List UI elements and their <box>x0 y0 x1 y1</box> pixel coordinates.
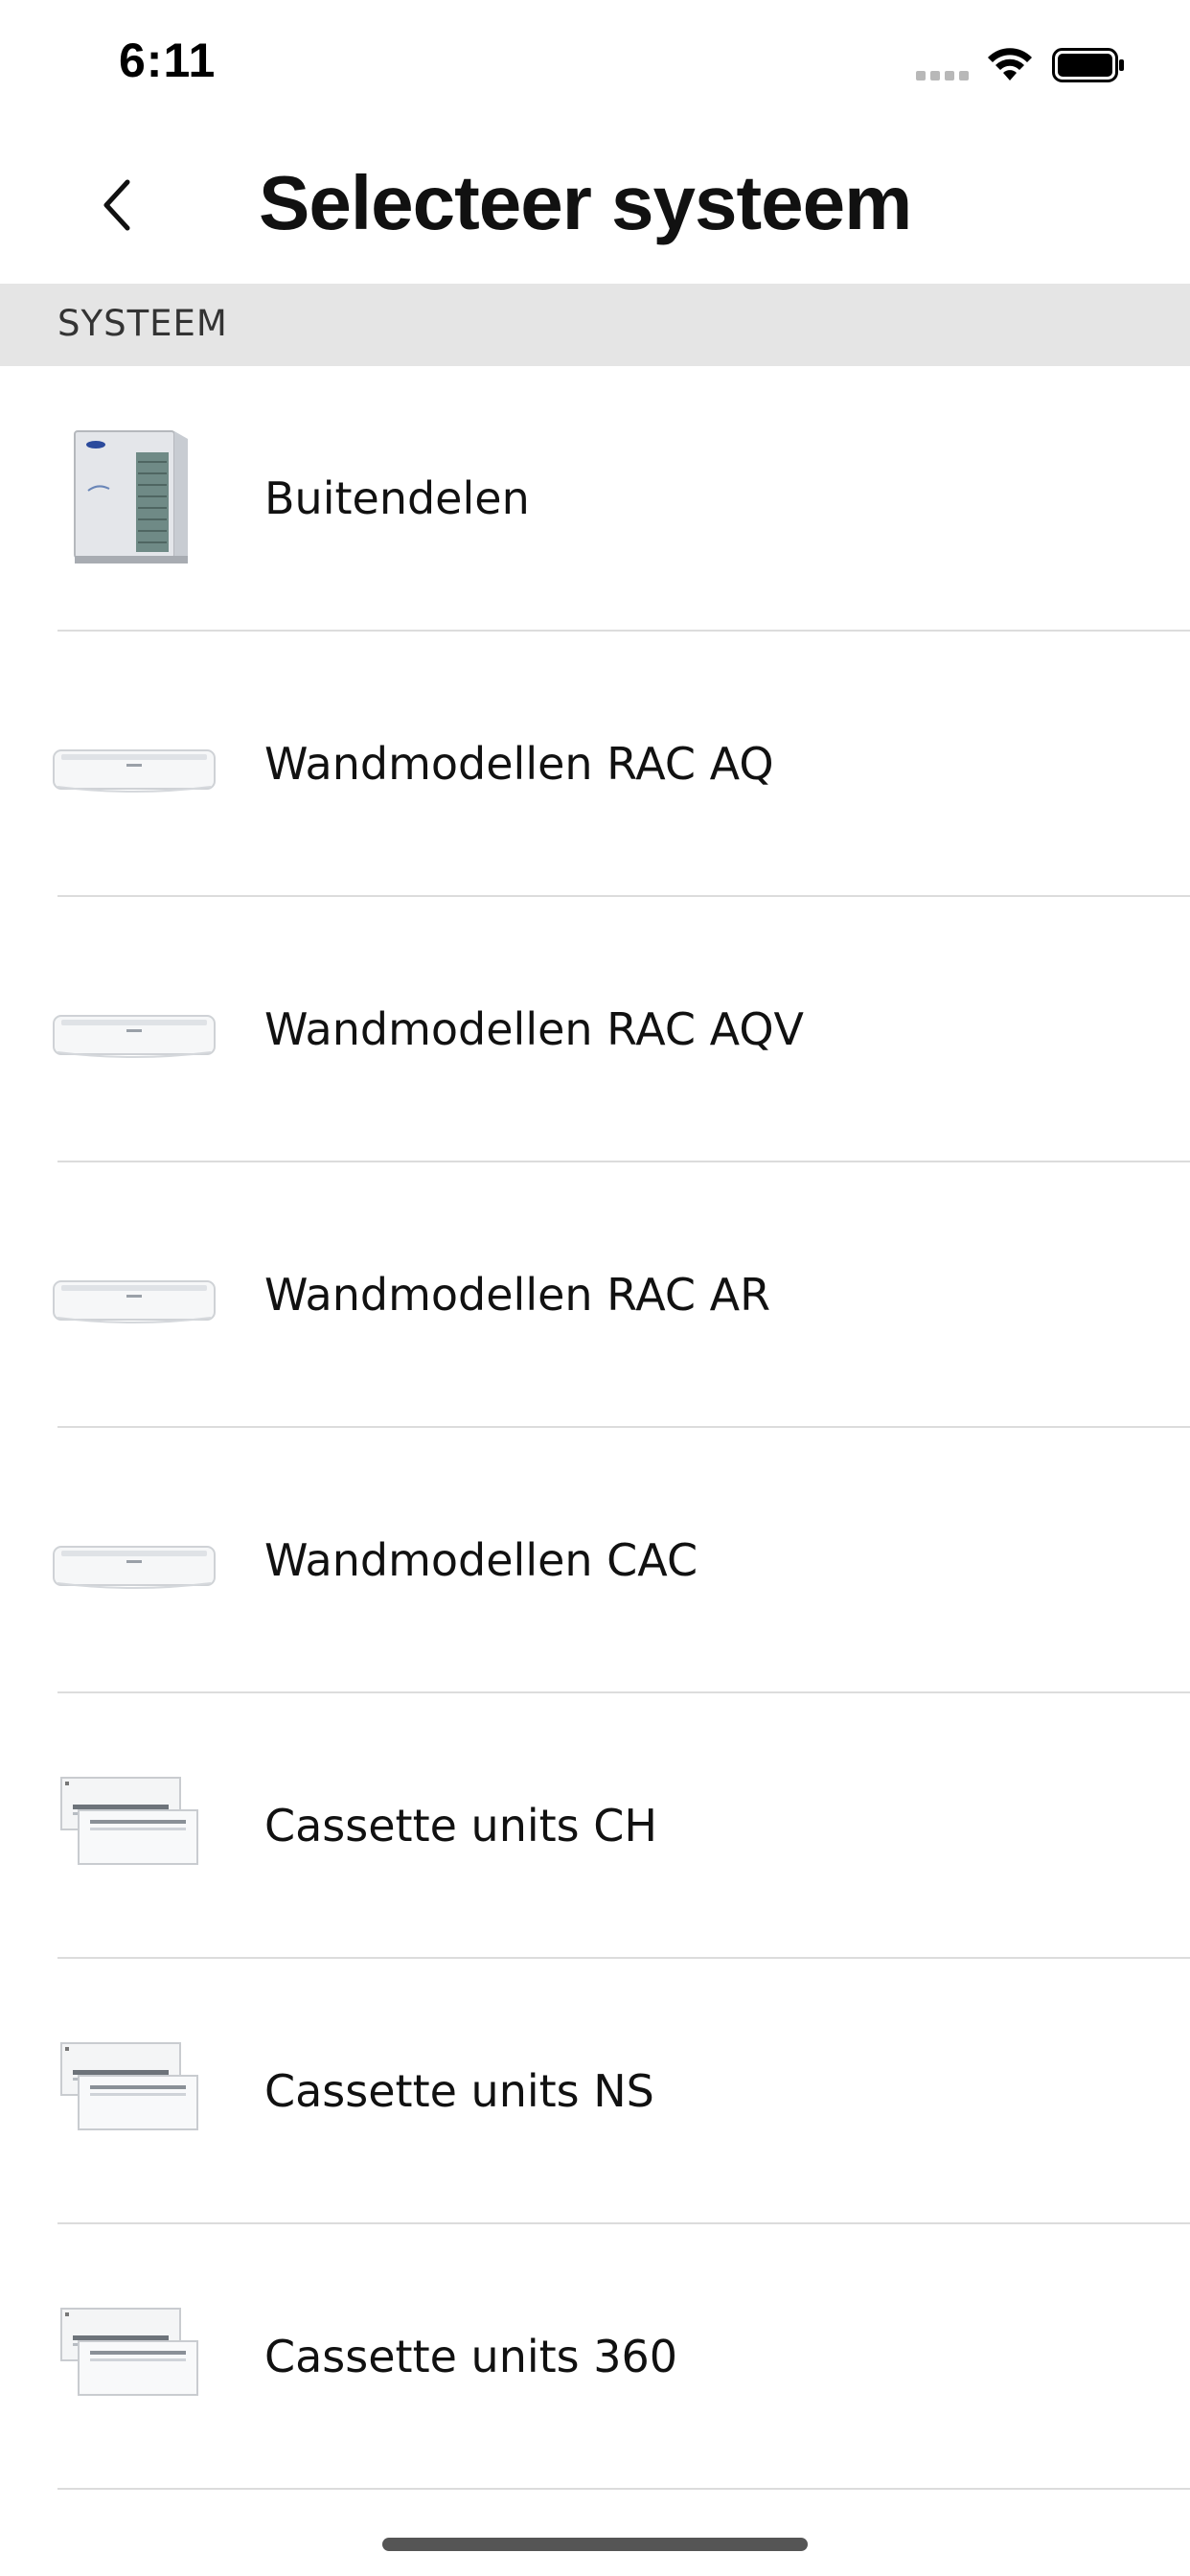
chevron-left-icon <box>103 179 130 231</box>
page-title: Selecteer systeem <box>259 160 912 245</box>
wall-unit-icon <box>53 1546 216 1589</box>
list-item-label: Wandmodellen RAC AR <box>264 1269 771 1321</box>
divider <box>57 2488 1190 2490</box>
system-list: Buitendelen Wandmodellen RAC AQ Wandmode… <box>0 366 1190 2490</box>
list-item-wandmodellen-rac-aqv[interactable]: Wandmodellen RAC AQV <box>0 897 1190 1162</box>
battery-icon <box>1052 48 1124 82</box>
cassette-unit-icon <box>60 2042 198 2130</box>
list-item-label: Buitendelen <box>264 472 530 524</box>
wifi-icon <box>988 48 1032 80</box>
outdoor-unit-icon <box>74 430 188 564</box>
list-item-cassette-units-ns[interactable]: Cassette units NS <box>0 1959 1190 2224</box>
list-item-label: Wandmodellen CAC <box>264 1534 698 1586</box>
list-item-label: Wandmodellen RAC AQV <box>264 1003 805 1055</box>
list-item-wandmodellen-rac-aq[interactable]: Wandmodellen RAC AQ <box>0 632 1190 897</box>
home-indicator[interactable] <box>382 2538 808 2551</box>
status-bar: 6:11 <box>0 0 1190 126</box>
signal-dots-icon <box>916 71 970 82</box>
list-item-wandmodellen-rac-ar[interactable]: Wandmodellen RAC AR <box>0 1162 1190 1428</box>
section-header-label: SYSTEEM <box>57 303 228 344</box>
list-item-buitendelen[interactable]: Buitendelen <box>0 366 1190 632</box>
wall-unit-icon <box>53 1280 216 1323</box>
list-item-wandmodellen-cac[interactable]: Wandmodellen CAC <box>0 1428 1190 1693</box>
cassette-unit-icon <box>60 1777 198 1865</box>
list-item-label: Cassette units NS <box>264 2065 654 2117</box>
list-item-label: Cassette units 360 <box>264 2331 678 2382</box>
list-item-cassette-units-ch[interactable]: Cassette units CH <box>0 1693 1190 1959</box>
status-time: 6:11 <box>119 34 217 87</box>
wall-unit-icon <box>53 749 216 793</box>
wall-unit-icon <box>53 1015 216 1058</box>
list-item-label: Wandmodellen RAC AQ <box>264 738 774 790</box>
list-item-label: Cassette units CH <box>264 1800 657 1852</box>
nav-bar: Selecteer systeem <box>0 126 1190 284</box>
section-header: SYSTEEM <box>0 284 1190 366</box>
cassette-unit-icon <box>60 2308 198 2396</box>
list-item-cassette-units-360[interactable]: Cassette units 360 <box>0 2224 1190 2490</box>
back-button[interactable] <box>84 157 151 253</box>
